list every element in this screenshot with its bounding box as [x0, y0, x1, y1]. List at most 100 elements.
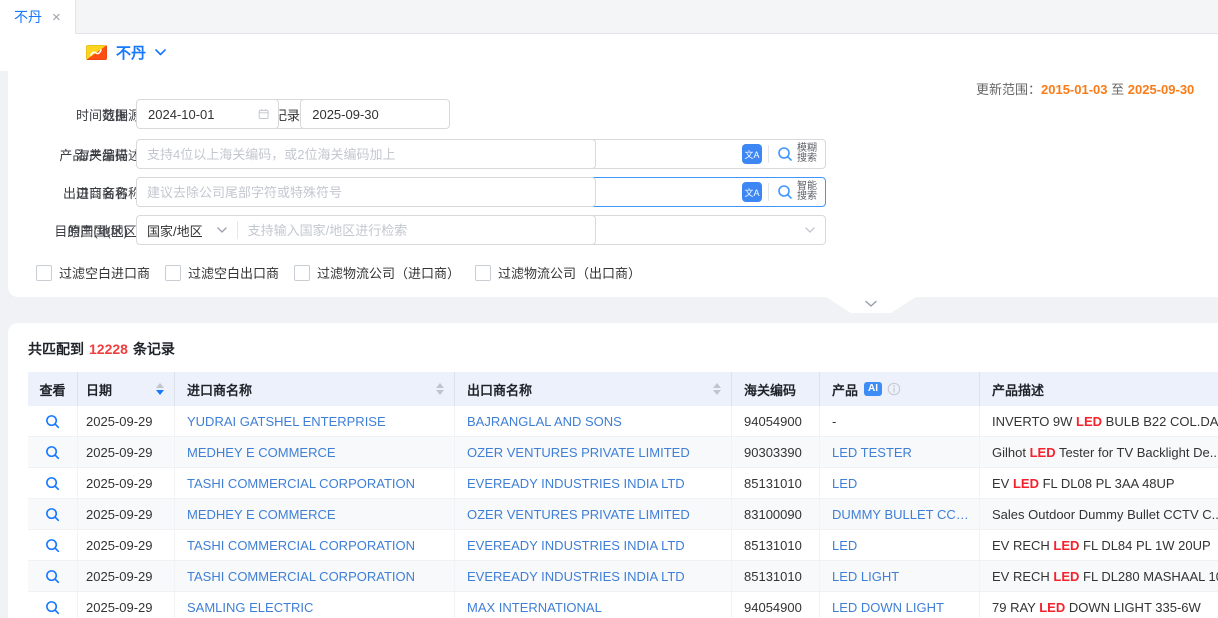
results-panel: 共匹配到12228条记录 查看 日期 进口商名称 出口商名称 海关编码 产品 A… [8, 323, 1218, 618]
filter-checkboxes: 过滤空白进口商 过滤空白出口商 过滤物流公司（进口商） 过滤物流公司（出口商） [36, 263, 641, 282]
exporter-link[interactable]: EVEREADY INDUSTRIES INDIA LTD [467, 569, 685, 584]
date-from-field[interactable] [136, 99, 279, 129]
checkbox-filter-blank-exporter[interactable]: 过滤空白出口商 [165, 263, 279, 282]
smart-search-label: 智能搜索 [797, 182, 817, 202]
product-link[interactable]: LED DOWN LIGHT [832, 600, 944, 615]
product-link[interactable]: LED LIGHT [832, 569, 899, 584]
summary-suffix: 条记录 [133, 341, 175, 357]
checkbox-label: 过滤空白进口商 [59, 263, 150, 282]
date-to-field[interactable] [300, 99, 450, 129]
importer-link[interactable]: TASHI COMMERCIAL CORPORATION [187, 476, 415, 491]
product-link[interactable]: LED [832, 538, 857, 553]
importer-link[interactable]: MEDHEY E COMMERCE [187, 507, 336, 522]
checkbox-icon[interactable] [165, 265, 181, 281]
importer-cell: TASHI COMMERCIAL CORPORATION [175, 530, 455, 560]
date-range-separator: – [286, 107, 293, 122]
summary-count: 12228 [84, 341, 133, 357]
hs-code-cell: 85131010 [732, 530, 820, 560]
header-exporter-label: 出口商名称 [467, 380, 532, 399]
exporter-link[interactable]: BAJRANGLAL AND SONS [467, 414, 622, 429]
product-desc-cell: EV RECH LED FL DL280 MASHAAL 10... [980, 561, 1218, 591]
exporter-cell: EVEREADY INDUSTRIES INDIA LTD [455, 468, 732, 498]
translate-icon[interactable]: 文A [742, 182, 762, 202]
view-record-icon[interactable] [45, 414, 60, 429]
product-desc-cell: INVERTO 9W LED BULB B22 COL.DA ... [980, 406, 1218, 436]
fuzzy-search-button[interactable]: 模糊搜索 [769, 144, 825, 164]
summary-prefix: 共匹配到 [28, 341, 84, 357]
exporter-link[interactable]: MAX INTERNATIONAL [467, 600, 602, 615]
destination-country-select[interactable]: 国家/地区 [137, 221, 237, 240]
view-cell [28, 592, 78, 618]
view-record-icon[interactable] [45, 445, 60, 460]
exporter-cell: OZER VENTURES PRIVATE LIMITED [455, 437, 732, 467]
date-cell: 2025-09-29 [78, 530, 175, 560]
view-record-icon[interactable] [45, 507, 60, 522]
destination-country-input[interactable] [238, 223, 595, 238]
translate-icon[interactable]: 文A [742, 144, 762, 164]
checkbox-label: 过滤空白出口商 [188, 263, 279, 282]
importer-cell: TASHI COMMERCIAL CORPORATION [175, 561, 455, 591]
hs-code-cell: 94054900 [732, 406, 820, 436]
importer-link[interactable]: SAMLING ELECTRIC [187, 600, 313, 615]
hs-code-cell: 85131010 [732, 561, 820, 591]
product-link[interactable]: - [832, 414, 836, 429]
checkbox-icon[interactable] [475, 265, 491, 281]
view-record-icon[interactable] [45, 538, 60, 553]
date-from-input[interactable] [146, 106, 250, 123]
importer-link[interactable]: TASHI COMMERCIAL CORPORATION [187, 569, 415, 584]
exporter-cell: OZER VENTURES PRIVATE LIMITED [455, 499, 732, 529]
chevron-down-icon [865, 300, 877, 308]
exporter-link[interactable]: EVEREADY INDUSTRIES INDIA LTD [467, 476, 685, 491]
product-link[interactable]: DUMMY BULLET CCTV... [832, 507, 969, 522]
search-icon [777, 146, 793, 162]
importer-cell: YUDRAI GATSHEL ENTERPRISE [175, 406, 455, 436]
sort-icon[interactable] [436, 383, 444, 395]
importer-link[interactable]: TASHI COMMERCIAL CORPORATION [187, 538, 415, 553]
exporter-link[interactable]: EVEREADY INDUSTRIES INDIA LTD [467, 538, 685, 553]
importer-link[interactable]: MEDHEY E COMMERCE [187, 445, 336, 460]
view-record-icon[interactable] [45, 476, 60, 491]
view-cell [28, 437, 78, 467]
exporter-name-input[interactable] [136, 177, 596, 207]
checkbox-filter-logistics-importer[interactable]: 过滤物流公司（进口商） [294, 263, 460, 282]
date-to-input[interactable] [310, 106, 440, 123]
exporter-link[interactable]: OZER VENTURES PRIVATE LIMITED [467, 445, 690, 460]
importer-link[interactable]: YUDRAI GATSHEL ENTERPRISE [187, 414, 386, 429]
sort-icon[interactable] [713, 383, 721, 395]
checkbox-filter-logistics-exporter[interactable]: 过滤物流公司（出口商） [475, 263, 641, 282]
view-record-icon[interactable] [45, 569, 60, 584]
checkbox-filter-blank-importer[interactable]: 过滤空白进口商 [36, 263, 150, 282]
product-cell: LED [820, 530, 980, 560]
tab-bhutan[interactable]: 不丹 × [0, 0, 76, 34]
time-range-label: 时间范围 [8, 105, 136, 124]
checkbox-icon[interactable] [294, 265, 310, 281]
table-row: 2025-09-29 TASHI COMMERCIAL CORPORATION … [28, 468, 1218, 499]
table-header-row: 查看 日期 进口商名称 出口商名称 海关编码 产品 AI 产品描述 [28, 372, 1218, 406]
results-summary: 共匹配到12228条记录 [8, 323, 1218, 372]
view-cell [28, 499, 78, 529]
exporter-link[interactable]: OZER VENTURES PRIVATE LIMITED [467, 507, 690, 522]
table-body: 2025-09-29 YUDRAI GATSHEL ENTERPRISE BAJ… [28, 406, 1218, 618]
close-icon[interactable]: × [52, 10, 61, 25]
header-date[interactable]: 日期 [78, 372, 175, 406]
chevron-down-icon [217, 227, 227, 233]
product-link[interactable]: LED [832, 476, 857, 491]
header-hs-code: 海关编码 [732, 372, 820, 406]
view-record-icon[interactable] [45, 600, 60, 615]
product-link[interactable]: LED TESTER [832, 445, 912, 460]
info-icon[interactable] [887, 382, 901, 396]
product-desc-cell: Gilhot LED Tester for TV Backlight De... [980, 437, 1218, 467]
tab-label: 不丹 [14, 7, 42, 27]
checkbox-icon[interactable] [36, 265, 52, 281]
hs-code-input[interactable] [136, 139, 596, 169]
product-desc-cell: EV RECH LED FL DL84 PL 1W 20UP [980, 530, 1218, 560]
header-product-desc: 产品描述 [980, 372, 1218, 406]
smart-search-button[interactable]: 智能搜索 [769, 182, 825, 202]
date-cell: 2025-09-29 [78, 499, 175, 529]
header-exporter[interactable]: 出口商名称 [455, 372, 732, 406]
header-importer[interactable]: 进口商名称 [175, 372, 455, 406]
chevron-down-icon[interactable] [155, 49, 166, 56]
sort-icon[interactable] [156, 383, 164, 395]
date-cell: 2025-09-29 [78, 468, 175, 498]
collapse-panel-handle[interactable] [826, 297, 916, 313]
